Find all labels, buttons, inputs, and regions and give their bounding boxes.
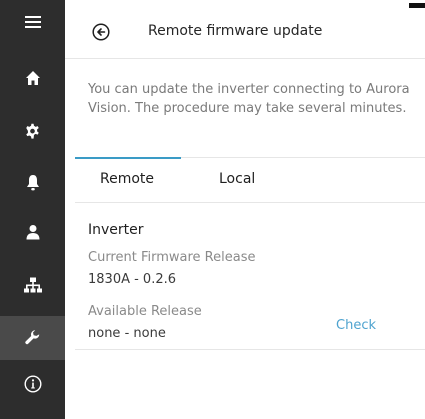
menu-button[interactable] <box>0 0 65 44</box>
home-icon <box>25 71 40 85</box>
section-divider <box>75 349 425 350</box>
current-firmware-value: 1830A - 0.2.6 <box>88 272 177 287</box>
gear-icon <box>26 123 39 139</box>
page-header: Remote firmware update <box>65 6 425 59</box>
info-icon <box>23 375 42 393</box>
available-release-value: none - none <box>88 326 166 341</box>
sidebar-item-network[interactable] <box>0 263 65 307</box>
description-text: You can update the inverter connecting t… <box>88 82 410 116</box>
back-arrow-icon <box>92 23 110 41</box>
available-release-label: Available Release <box>88 304 202 319</box>
sidebar <box>0 0 65 419</box>
tab-bar: Remote Local <box>75 157 425 203</box>
network-icon <box>23 277 42 293</box>
tab-remote[interactable]: Remote <box>100 171 154 187</box>
tab-local[interactable]: Local <box>219 171 255 187</box>
sidebar-item-tools[interactable] <box>0 316 65 360</box>
active-tab-indicator <box>75 157 181 159</box>
inverter-section-title: Inverter <box>88 222 144 238</box>
menu-icon <box>24 16 41 28</box>
user-icon <box>26 225 39 240</box>
sidebar-item-home[interactable] <box>0 56 65 100</box>
back-button[interactable] <box>92 23 110 41</box>
sidebar-item-settings[interactable] <box>0 109 65 153</box>
current-firmware-label: Current Firmware Release <box>88 250 256 265</box>
sidebar-item-info[interactable] <box>0 362 65 406</box>
sidebar-item-notifications[interactable] <box>0 160 65 204</box>
wrench-icon <box>25 329 40 344</box>
page-title: Remote firmware update <box>148 23 323 39</box>
sidebar-item-user[interactable] <box>0 210 65 254</box>
check-link[interactable]: Check <box>336 318 376 333</box>
main-panel: Remote firmware update You can update th… <box>65 0 425 419</box>
bell-icon <box>26 174 39 190</box>
